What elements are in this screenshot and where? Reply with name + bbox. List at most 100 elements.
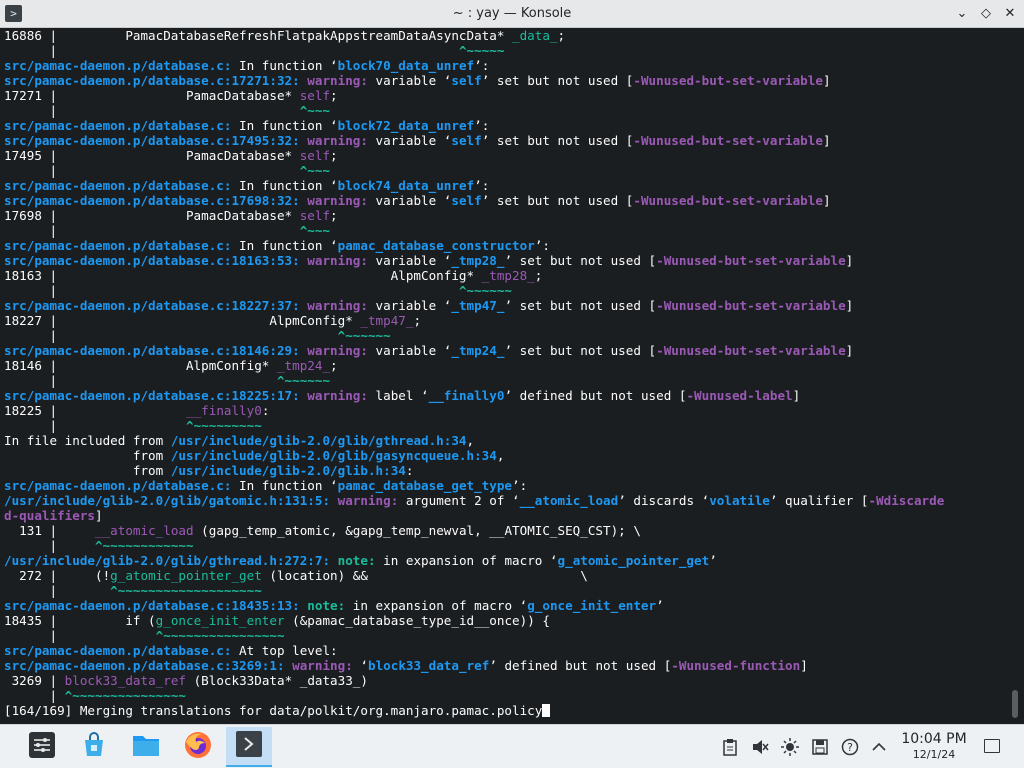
terminal-text-segment: ^~~~~~~~~~~~~~~~~ (155, 628, 285, 643)
terminal-text-segment: ’ discards ‘ (618, 493, 710, 508)
volume-muted-icon[interactable] (750, 737, 770, 757)
terminal-text-segment: ] (95, 508, 103, 523)
terminal-line: 18146 | AlpmConfig* _tmp24_; (4, 358, 1024, 373)
terminal-line: src/pamac-daemon.p/database.c: In functi… (4, 58, 1024, 73)
terminal-text-segment: self (451, 193, 482, 208)
terminal-text-segment: note: (337, 553, 376, 568)
terminal-text-segment: ’ defined but not used [ (504, 388, 687, 403)
application-launcher-button[interactable] (19, 727, 65, 767)
terminal-line: 18225 | __finally0: (4, 403, 1024, 418)
terminal-text-segment: warning: (307, 73, 368, 88)
terminal-text-segment: (Block33Data* _data33_) (186, 673, 368, 688)
terminal-text-segment: ] (845, 298, 854, 313)
terminal-text-segment: src/pamac-daemon.p/database.c:18225:17: (4, 388, 300, 403)
terminal-text-segment: (location) && \ (261, 568, 588, 583)
terminal-text-segment: /usr/include/glib-2.0/glib/gthread.h:34 (170, 433, 467, 448)
terminal-text-segment: | (4, 43, 459, 58)
terminal-text-segment: 17698 | PamacDatabase* (4, 208, 300, 223)
terminal-text-segment: warning: (307, 193, 368, 208)
terminal-text-segment: _tmp47_ (451, 298, 505, 313)
clipboard-icon[interactable] (720, 737, 740, 757)
terminal-line: src/pamac-daemon.p/database.c:18227:37: … (4, 298, 1024, 313)
terminal-text-segment: 272 | (! (4, 568, 111, 583)
show-desktop-icon[interactable] (984, 739, 1000, 753)
close-button[interactable]: ✕ (1000, 4, 1020, 24)
discover-button[interactable] (71, 727, 117, 767)
terminal-text-segment: pamac_database_constructor (337, 238, 535, 253)
storage-device-icon[interactable] (810, 737, 830, 757)
window-titlebar[interactable]: > ~ : yay — Konsole ⌄ ◇ ✕ (0, 0, 1024, 28)
terminal-text-segment: ^~~~~~~ (276, 373, 331, 388)
terminal-text-segment: ’ (709, 553, 717, 568)
discover-store-icon (80, 731, 108, 763)
terminal-text-segment: from (4, 448, 171, 463)
terminal-text-segment: ’ set but not used [ (504, 343, 657, 358)
terminal-text-segment: | (4, 688, 65, 703)
terminal-scrollbar[interactable] (1012, 690, 1018, 718)
terminal-text-segment: In function ‘ (231, 478, 338, 493)
terminal-text-segment: warning: (307, 133, 368, 148)
terminal-text-segment: ] (822, 73, 831, 88)
terminal-text-segment: (gapg_temp_atomic, &gapg_temp_newval, __… (193, 523, 641, 538)
terminal-line: | ^~~~ (4, 163, 1024, 178)
terminal-text-segment: in expansion of macro ‘ (375, 553, 558, 568)
terminal-text-segment: g_once_init_enter (527, 598, 657, 613)
terminal-line: src/pamac-daemon.p/database.c:17698:32: … (4, 193, 1024, 208)
terminal-line: | ^~~~~~~~~~~~~~~~~~~~ (4, 583, 1024, 598)
terminal-text-segment: _tmp28_ (481, 268, 535, 283)
firefox-button[interactable] (175, 727, 221, 767)
terminal-text-segment: -Wdiscarde (868, 493, 945, 508)
terminal-text-segment: block33_data_ref (64, 673, 186, 688)
terminal-text-segment: -Wunused-but-set-variable (633, 73, 823, 88)
terminal-output[interactable]: 16886 | PamacDatabaseRefreshFlatpakAppst… (0, 28, 1024, 724)
terminal-text-segment: src/pamac-daemon.p/database.c:17698:32: (4, 193, 300, 208)
terminal-text-segment: | (4, 163, 300, 178)
terminal-text-segment: ’ (656, 598, 664, 613)
maximize-button[interactable]: ◇ (976, 4, 996, 24)
terminal-text-segment: ’ defined but not used [ (489, 658, 672, 673)
terminal-text-segment: ‘ (352, 658, 368, 673)
terminal-line: 18227 | AlpmConfig* _tmp47_; (4, 313, 1024, 328)
konsole-task-button[interactable] (226, 727, 272, 767)
terminal-text-segment: (&pamac_database_type_id__once)) { (284, 613, 550, 628)
file-manager-icon (131, 731, 161, 763)
terminal-text-segment: note: (307, 598, 346, 613)
digital-clock[interactable]: 10:04 PM 12/1/24 (894, 731, 974, 761)
terminal-text-segment: ’: (534, 238, 550, 253)
brightness-icon[interactable] (780, 737, 800, 757)
terminal-text-segment: In file included from (4, 433, 171, 448)
terminal-text-segment: 18435 | if ( (4, 613, 156, 628)
terminal-text-segment: src/pamac-daemon.p/database.c: (4, 478, 232, 493)
terminal-text-segment: | (4, 538, 95, 553)
terminal-text-segment: ^~~~~~~ (337, 328, 391, 343)
terminal-text-segment: warning: (307, 298, 368, 313)
file-manager-button[interactable] (123, 727, 169, 767)
terminal-line: | ^~~~~~ (4, 43, 1024, 58)
terminal-text-segment: 18227 | AlpmConfig* (4, 313, 361, 328)
terminal-text-segment: src/pamac-daemon.p/database.c:18146:29: (4, 343, 300, 358)
terminal-text-segment: /usr/include/glib-2.0/glib/gatomic.h:131… (4, 493, 331, 508)
terminal-line: src/pamac-daemon.p/database.c:17495:32: … (4, 133, 1024, 148)
terminal-line: 18435 | if (g_once_init_enter (&pamac_da… (4, 613, 1024, 628)
terminal-line: 131 | __atomic_load (gapg_temp_atomic, &… (4, 523, 1024, 538)
terminal-text-segment: block74_data_unref (337, 178, 475, 193)
terminal-text-segment: variable ‘ (367, 73, 452, 88)
clock-date: 12/1/24 (912, 748, 956, 761)
terminal-text-segment: g_atomic_pointer_get (110, 568, 262, 583)
terminal-text-segment: At top level: (231, 643, 338, 658)
terminal-text-segment: volatile (709, 493, 770, 508)
terminal-text-segment: block70_data_unref (337, 58, 475, 73)
terminal-text-segment: ’: (512, 478, 528, 493)
terminal-text-segment: warning: (337, 493, 399, 508)
terminal-line: src/pamac-daemon.p/database.c: In functi… (4, 118, 1024, 133)
terminal-text-segment: ] (822, 133, 831, 148)
help-icon[interactable]: ? (840, 737, 860, 757)
terminal-line: src/pamac-daemon.p/database.c:17271:32: … (4, 73, 1024, 88)
terminal-text-segment: g_atomic_pointer_get (557, 553, 710, 568)
terminal-text-segment: label ‘ (367, 388, 429, 403)
terminal-text-segment: block72_data_unref (337, 118, 475, 133)
minimize-button[interactable]: ⌄ (952, 4, 972, 24)
chevron-up-icon[interactable] (869, 737, 889, 757)
terminal-text-segment: In function ‘ (231, 238, 338, 253)
terminal-text-segment: 18146 | AlpmConfig* (4, 358, 277, 373)
